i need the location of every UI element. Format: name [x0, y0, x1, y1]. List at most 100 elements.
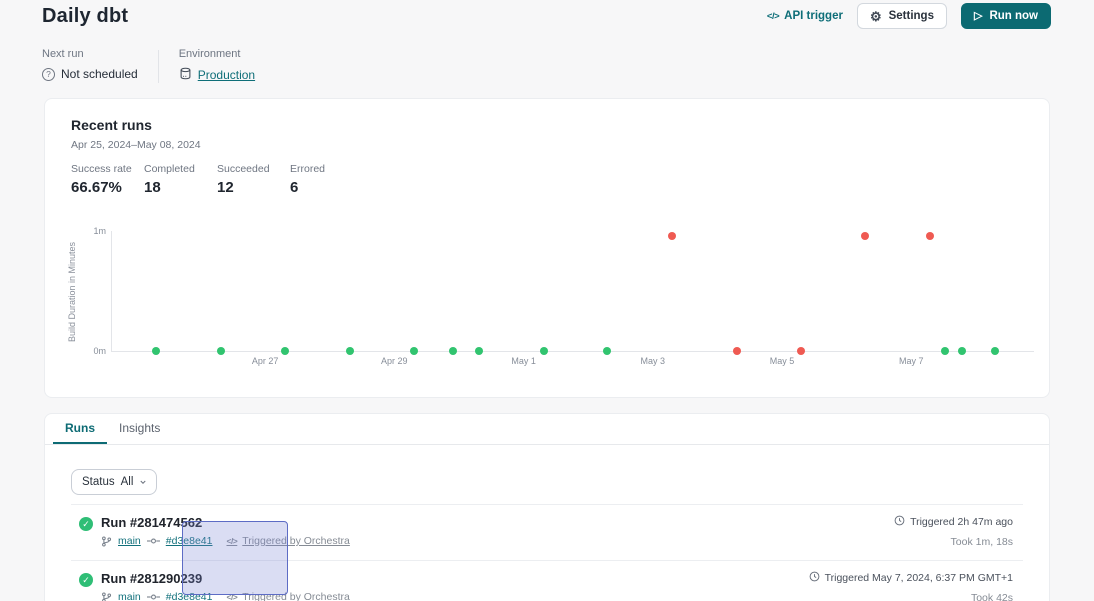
stat-value: 6: [290, 179, 362, 196]
commit-icon: [147, 536, 160, 546]
run-dot-errored[interactable]: [733, 347, 741, 355]
settings-button[interactable]: ⚙ Settings: [857, 3, 947, 29]
chart-plot: 1m 0m Apr 27Apr 29May 1May 3May 5May 7: [111, 231, 1034, 352]
clock-icon: [809, 571, 820, 585]
tab-insights[interactable]: Insights: [107, 414, 172, 444]
x-tick: May 1: [511, 356, 536, 366]
stat-label: Succeeded: [217, 163, 289, 175]
run-triggered: Triggered May 7, 2024, 6:37 PM GMT+1: [809, 571, 1013, 585]
run-row-left: ✓ Run #281290239 main: [79, 571, 350, 601]
commit-icon: [147, 592, 160, 601]
trigger-source-label: Triggered by Orchestra: [242, 535, 350, 547]
run-dot-succeeded[interactable]: [540, 347, 548, 355]
git-branch-icon: [101, 592, 112, 601]
question-circle-icon: ?: [42, 68, 55, 81]
stat-value: 18: [144, 179, 216, 196]
run-dot-succeeded[interactable]: [941, 347, 949, 355]
run-dot-errored[interactable]: [668, 232, 676, 240]
status-filter-dropdown[interactable]: Status All: [71, 469, 157, 495]
run-list: ✓ Run #281474562 main: [71, 504, 1023, 601]
run-dot-errored[interactable]: [926, 232, 934, 240]
run-row[interactable]: ✓ Run #281474562 main: [71, 505, 1023, 561]
api-trigger-link[interactable]: </> API trigger: [767, 10, 843, 22]
run-dot-succeeded[interactable]: [449, 347, 457, 355]
code-icon: </>: [767, 11, 779, 22]
run-title-link[interactable]: Run #281290239: [101, 571, 350, 586]
runs-card: Runs Insights Status All ✓ Run #28147456…: [44, 413, 1050, 601]
next-run-block: Next run ? Not scheduled: [42, 48, 138, 83]
stat-succeeded: Succeeded 12: [217, 163, 289, 196]
run-dot-succeeded[interactable]: [281, 347, 289, 355]
trigger-source-link[interactable]: </> Triggered by Orchestra: [226, 591, 349, 601]
run-dot-succeeded[interactable]: [958, 347, 966, 355]
run-now-button[interactable]: ▷ Run now: [961, 3, 1051, 29]
gear-icon: ⚙: [870, 10, 882, 23]
stat-label: Success rate: [71, 163, 143, 175]
clock-icon: [894, 515, 905, 529]
code-icon: </>: [226, 536, 237, 546]
run-triggered-text: Triggered May 7, 2024, 6:37 PM GMT+1: [825, 572, 1013, 584]
status-filter-value: All: [121, 476, 134, 488]
api-trigger-label: API trigger: [784, 10, 843, 22]
run-dot-succeeded[interactable]: [217, 347, 225, 355]
run-dot-succeeded[interactable]: [603, 347, 611, 355]
success-check-icon: ✓: [79, 517, 93, 531]
x-tick: May 3: [640, 356, 665, 366]
trigger-source-link[interactable]: </> Triggered by Orchestra: [226, 535, 349, 547]
run-dot-succeeded[interactable]: [346, 347, 354, 355]
y-tick-0m: 0m: [93, 346, 106, 356]
commit-link[interactable]: #d3e8e41: [166, 591, 213, 601]
code-icon: </>: [226, 592, 237, 601]
run-dot-errored[interactable]: [861, 232, 869, 240]
run-sub-row: main #d3e8e41 </> Triggered by Orchestra: [101, 535, 350, 547]
run-took: Took 1m, 18s: [894, 536, 1013, 548]
recent-runs-card: Recent runs Apr 25, 2024–May 08, 2024 Su…: [44, 98, 1050, 398]
recent-runs-date-range: Apr 25, 2024–May 08, 2024: [71, 139, 201, 151]
run-dot-succeeded[interactable]: [152, 347, 160, 355]
stat-label: Completed: [144, 163, 216, 175]
settings-label: Settings: [889, 10, 934, 22]
run-row[interactable]: ✓ Run #281290239 main: [71, 561, 1023, 601]
status-filter-label: Status: [82, 476, 115, 488]
run-took: Took 42s: [809, 592, 1013, 601]
environment-link[interactable]: Production: [198, 68, 255, 82]
job-page: Daily dbt </> API trigger ⚙ Settings ▷ R…: [0, 0, 1094, 601]
job-meta: Next run ? Not scheduled Environment Pro…: [42, 48, 255, 83]
run-triggered: Triggered 2h 47m ago: [894, 515, 1013, 529]
run-dot-succeeded[interactable]: [410, 347, 418, 355]
run-row-right: Triggered May 7, 2024, 6:37 PM GMT+1 Too…: [809, 571, 1013, 601]
run-dot-errored[interactable]: [797, 347, 805, 355]
run-triggered-text: Triggered 2h 47m ago: [910, 516, 1013, 528]
run-dot-succeeded[interactable]: [991, 347, 999, 355]
play-icon: ▷: [974, 11, 982, 22]
x-tick: Apr 27: [252, 356, 279, 366]
stat-completed: Completed 18: [144, 163, 216, 196]
chevron-down-icon: [139, 478, 146, 485]
next-run-value: ? Not scheduled: [42, 67, 138, 81]
tab-runs[interactable]: Runs: [53, 414, 107, 444]
trigger-source-label: Triggered by Orchestra: [242, 591, 350, 601]
success-check-icon: ✓: [79, 573, 93, 587]
stat-success-rate: Success rate 66.67%: [71, 163, 143, 196]
page-title: Daily dbt: [42, 5, 128, 28]
stat-value: 12: [217, 179, 289, 196]
run-dot-succeeded[interactable]: [475, 347, 483, 355]
stat-label: Errored: [290, 163, 362, 175]
run-now-label: Run now: [989, 10, 1038, 22]
run-row-left: ✓ Run #281474562 main: [79, 515, 350, 547]
y-tick-1m: 1m: [93, 226, 106, 236]
commit-link[interactable]: #d3e8e41: [166, 535, 213, 547]
meta-divider: [158, 50, 159, 83]
branch-link[interactable]: main: [118, 591, 141, 601]
branch-link[interactable]: main: [118, 535, 141, 547]
environment-value: Production: [179, 67, 255, 83]
stats-row: Success rate 66.67% Completed 18 Succeed…: [71, 163, 363, 196]
stat-value: 66.67%: [71, 179, 143, 196]
environment-label: Environment: [179, 48, 255, 60]
x-tick: May 5: [770, 356, 795, 366]
run-title-link[interactable]: Run #281474562: [101, 515, 350, 530]
tab-bar: Runs Insights: [45, 414, 1049, 445]
x-tick: May 7: [899, 356, 924, 366]
next-run-label: Next run: [42, 48, 138, 60]
database-icon: [179, 67, 192, 83]
